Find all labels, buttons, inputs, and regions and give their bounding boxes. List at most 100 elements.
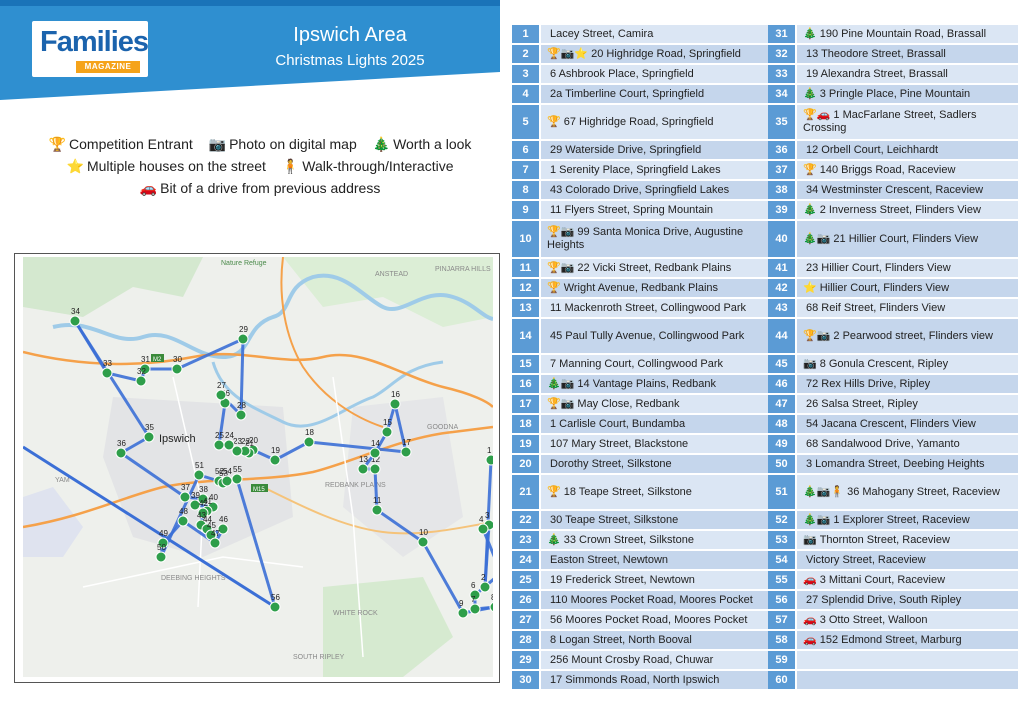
- car-icon: 🚗: [139, 180, 158, 196]
- address-number: 18: [512, 415, 539, 435]
- map-marker-37[interactable]: [179, 491, 191, 503]
- page-title: Ipswich Area: [293, 24, 407, 46]
- map-marker-12[interactable]: [369, 463, 381, 475]
- map-marker-label: 10: [419, 528, 428, 537]
- feature-icons: 🚗: [803, 573, 817, 586]
- map-marker-label: 35: [145, 423, 154, 432]
- route-map[interactable]: Nature Refuge ANSTEAD PINJARRA HILLS Ips…: [14, 253, 500, 683]
- map-marker-25[interactable]: [213, 439, 225, 451]
- address-row: 14 45 Paul Tully Avenue, Collingwood Park: [512, 319, 768, 355]
- address-number: 5: [512, 105, 539, 141]
- address-row: 48 54 Jacana Crescent, Flinders View: [768, 415, 1018, 435]
- address-number: 15: [512, 355, 539, 375]
- address-row: 10 🏆📷 99 Santa Monica Drive, Augustine Hei…: [512, 221, 768, 259]
- map-marker-32[interactable]: [135, 375, 147, 387]
- legend-multiple: ⭐ Multiple houses on the street: [67, 155, 266, 177]
- map-marker-16[interactable]: [389, 398, 401, 410]
- map-marker-35[interactable]: [143, 431, 155, 443]
- map-marker-label: 55: [233, 465, 242, 474]
- trophy-icon: 🏆: [48, 136, 67, 152]
- map-marker-2[interactable]: [479, 581, 491, 593]
- feature-icons: 🏆📷: [547, 397, 575, 410]
- map-marker-48[interactable]: [177, 515, 189, 527]
- map-marker-14[interactable]: [369, 447, 381, 459]
- address-row: 37 🏆 140 Briggs Road, Raceview: [768, 161, 1018, 181]
- address-cell: 🏆 67 Highridge Road, Springfield: [539, 105, 768, 141]
- address-text: 45 Paul Tully Avenue, Collingwood Park: [550, 329, 745, 342]
- map-marker-54[interactable]: [221, 475, 233, 487]
- address-number: 56: [768, 591, 795, 611]
- map-marker-56[interactable]: [269, 601, 281, 613]
- map-marker-11[interactable]: [371, 504, 383, 516]
- map-marker-30[interactable]: [171, 363, 183, 375]
- map-marker-label: 22: [241, 437, 250, 446]
- address-text: 43 Colorado Drive, Springfield Lakes: [550, 183, 730, 196]
- page-subtitle: Christmas Lights 2025: [275, 52, 425, 69]
- address-row: 46 72 Rex Hills Drive, Ripley: [768, 375, 1018, 395]
- address-row: 17 🏆📷 May Close, Redbank: [512, 395, 768, 415]
- map-marker-10[interactable]: [417, 536, 429, 548]
- address-text: 33 Crown Street, Silkstone: [563, 533, 694, 546]
- map-marker-29[interactable]: [237, 333, 249, 345]
- address-cell: 11 Flyers Street, Spring Mountain: [539, 201, 768, 221]
- map-marker-34[interactable]: [69, 315, 81, 327]
- address-number: 44: [768, 319, 795, 355]
- map-marker-label: 30: [173, 355, 182, 364]
- address-text: 110 Moores Pocket Road, Moores Pocket: [550, 593, 753, 606]
- legend-row-2: ⭐ Multiple houses on the street 🧍 Walk-thr…: [20, 155, 500, 177]
- map-marker-1[interactable]: [485, 454, 493, 466]
- address-text: Lacey Street, Camira: [550, 27, 654, 40]
- address-text: 19 Alexandra Street, Brassall: [806, 67, 948, 80]
- address-row: 39 🎄 2 Inverness Street, Flinders View: [768, 201, 1018, 221]
- address-cell: 19 Frederick Street, Newtown: [539, 571, 768, 591]
- map-marker-50[interactable]: [155, 551, 167, 563]
- legend-row-3: 🚗 Bit of a drive from previous address: [20, 177, 500, 199]
- map-marker-33[interactable]: [101, 367, 113, 379]
- address-number: 43: [768, 299, 795, 319]
- map-marker-55[interactable]: [231, 473, 243, 485]
- address-number: 24: [512, 551, 539, 571]
- map-marker-label: 28: [237, 401, 246, 410]
- map-marker-label: 51: [195, 461, 204, 470]
- map-marker-13[interactable]: [357, 463, 369, 475]
- address-row: 13 11 Mackenroth Street, Collingwood Park: [512, 299, 768, 319]
- map-marker-label: 54: [223, 467, 232, 476]
- map-marker-9[interactable]: [457, 607, 469, 619]
- address-row: 2 🏆📷⭐ 20 Highridge Road, Springfield: [512, 45, 768, 65]
- map-marker-24[interactable]: [223, 439, 235, 451]
- map-marker-27[interactable]: [215, 389, 227, 401]
- map-marker-19[interactable]: [269, 454, 281, 466]
- address-row: 3 6 Ashbrook Place, Springfield: [512, 65, 768, 85]
- address-row: 57 🚗 3 Otto Street, Walloon: [768, 611, 1018, 631]
- map-marker-28[interactable]: [235, 409, 247, 421]
- map-marker-36[interactable]: [115, 447, 127, 459]
- map-marker-15[interactable]: [381, 426, 393, 438]
- address-number: 55: [768, 571, 795, 591]
- address-text: Hillier Court, Flinders View: [819, 281, 950, 294]
- legend-drive: 🚗 Bit of a drive from previous address: [140, 177, 381, 199]
- map-marker-label: 9: [459, 599, 464, 608]
- map-marker-4[interactable]: [477, 523, 489, 535]
- map-canvas[interactable]: Nature Refuge ANSTEAD PINJARRA HILLS Ips…: [23, 257, 493, 677]
- address-row: 43 68 Reif Street, Flinders View: [768, 299, 1018, 319]
- legend-label: Worth a look: [393, 136, 472, 152]
- feature-icons: 🎄: [803, 27, 817, 40]
- map-marker-label: 3: [485, 511, 490, 520]
- map-marker-7[interactable]: [469, 603, 481, 615]
- families-magazine-logo[interactable]: Families MAGAZINE: [32, 21, 149, 77]
- address-text: 8 Logan Street, North Booval: [550, 633, 692, 646]
- address-row: 16 🎄📷 14 Vantage Plains, Redbank: [512, 375, 768, 395]
- address-text: 29 Waterside Drive, Springfield: [550, 143, 702, 156]
- map-marker-18[interactable]: [303, 436, 315, 448]
- map-marker-label: 11: [373, 496, 382, 505]
- address-row: 54 Victory Street, Raceview: [768, 551, 1018, 571]
- address-number: 17: [512, 395, 539, 415]
- feature-icons: 🏆📷⭐: [547, 47, 589, 60]
- map-marker-17[interactable]: [400, 446, 412, 458]
- address-number: 13: [512, 299, 539, 319]
- header-banner: Families MAGAZINE Ipswich Area Christmas…: [0, 0, 500, 100]
- map-marker-47[interactable]: [209, 537, 221, 549]
- address-text: 107 Mary Street, Blackstone: [550, 437, 689, 450]
- map-marker-51[interactable]: [193, 469, 205, 481]
- address-cell: 45 Paul Tully Avenue, Collingwood Park: [539, 319, 768, 355]
